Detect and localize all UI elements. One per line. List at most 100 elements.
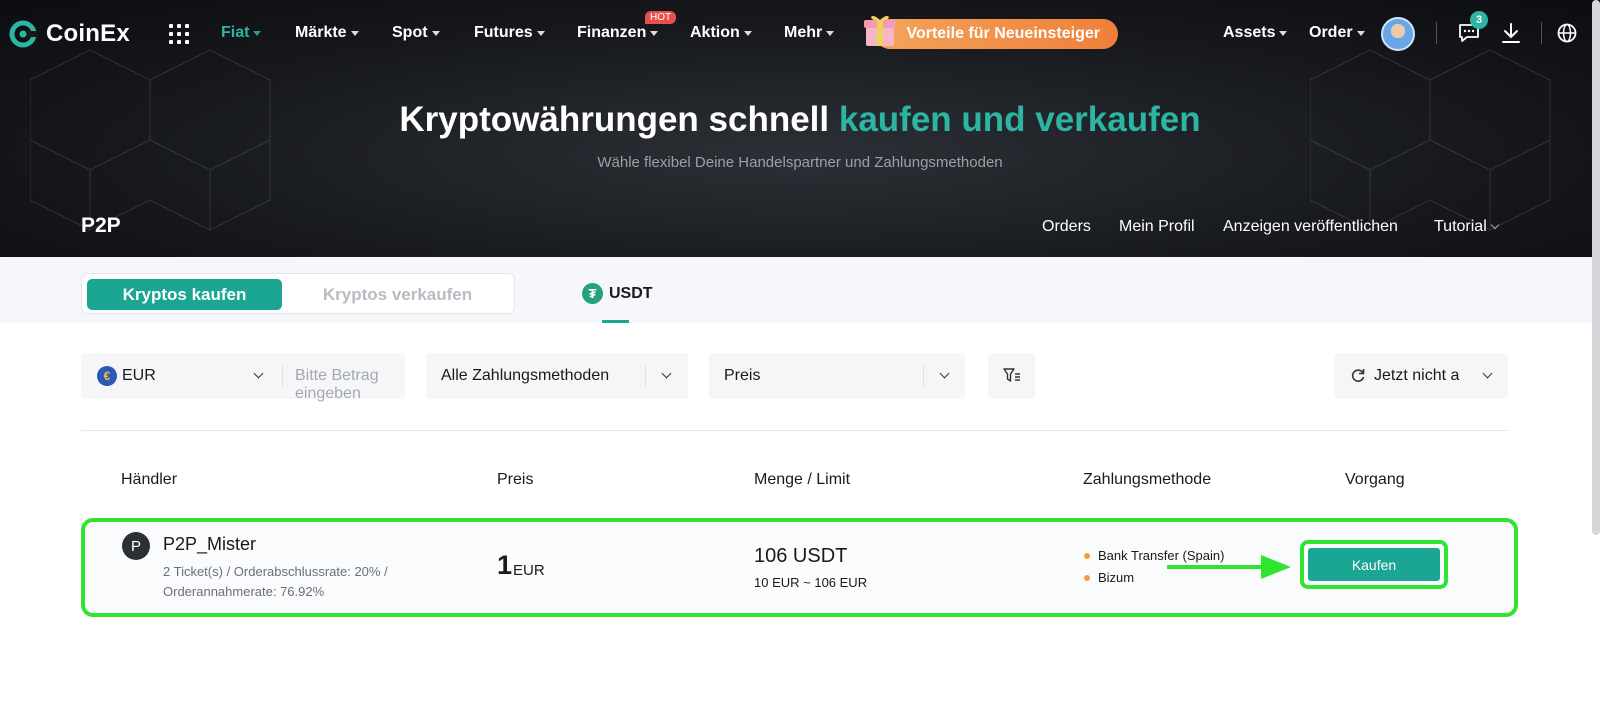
merchant-avatar: P xyxy=(122,532,150,560)
hero-title-plain: Kryptowährungen schnell xyxy=(399,100,839,139)
hero-banner: CoinEx Fiat Märkte Spot Futures Finanzen… xyxy=(0,0,1600,257)
nav-spot-label: Spot xyxy=(392,24,428,41)
amount-filter: € EUR Bitte Betrag eingeben xyxy=(81,353,405,402)
caret-down-icon xyxy=(650,30,659,36)
caret-down-icon xyxy=(743,30,752,36)
caret-down-icon xyxy=(826,30,835,36)
column-header-amount-limit: Menge / Limit xyxy=(754,471,851,488)
merchant-stats: 2 Ticket(s) / Orderabschlussrate: 20% / xyxy=(163,564,388,579)
chevron-down-icon xyxy=(939,368,950,379)
nav-markets[interactable]: Märkte xyxy=(295,24,359,42)
link-profile[interactable]: Mein Profil xyxy=(1119,218,1195,236)
link-tutorial[interactable]: Tutorial xyxy=(1434,218,1500,236)
chevron-down-icon[interactable] xyxy=(253,368,264,379)
price-value: 1 xyxy=(497,550,513,580)
currency-select[interactable]: EUR xyxy=(122,367,156,385)
caret-down-icon xyxy=(1279,30,1288,36)
sort-select[interactable]: Preis xyxy=(709,353,965,399)
link-orders[interactable]: Orders xyxy=(1042,218,1091,236)
nav-finance[interactable]: Finanzen xyxy=(577,24,659,42)
nav-spot[interactable]: Spot xyxy=(392,24,440,42)
coinex-logo[interactable]: CoinEx xyxy=(8,19,130,49)
caret-down-icon xyxy=(1356,30,1365,36)
nav-fiat[interactable]: Fiat xyxy=(221,24,262,42)
chevron-down-icon xyxy=(661,368,672,379)
coinex-logo-icon xyxy=(9,20,38,48)
tab-sell-crypto[interactable]: Kryptos verkaufen xyxy=(285,279,510,310)
caret-down-icon xyxy=(431,30,440,36)
link-publish-ads[interactable]: Anzeigen veröffentlichen xyxy=(1223,218,1398,236)
promo-button[interactable]: Vorteile für Neueinsteiger xyxy=(875,19,1118,49)
divider xyxy=(81,430,1508,431)
caret-down-icon xyxy=(536,30,545,36)
column-header-price: Preis xyxy=(497,471,534,488)
bullet-icon xyxy=(1084,552,1090,559)
nav-aktion-label: Aktion xyxy=(690,24,740,41)
bullet-icon xyxy=(1084,574,1090,581)
chevron-down-icon xyxy=(1482,368,1493,379)
available-quantity: 106 USDT xyxy=(754,545,848,567)
nav-order-label: Order xyxy=(1309,24,1353,41)
decorative-pattern xyxy=(30,49,271,231)
column-header-action: Vorgang xyxy=(1345,471,1405,488)
hero-subtitle: Wähle flexibel Deine Handelspartner und … xyxy=(597,154,1003,171)
refresh-label: Jetzt nicht a xyxy=(1374,367,1460,384)
buy-button[interactable]: Kaufen xyxy=(1308,548,1440,581)
nav-order[interactable]: Order xyxy=(1309,24,1365,42)
coin-tab-label: USDT xyxy=(609,284,653,302)
active-tab-indicator xyxy=(602,320,629,323)
decorative-pattern xyxy=(1310,49,1551,231)
column-header-payment: Zahlungsmethode xyxy=(1083,471,1212,488)
message-count-badge: 3 xyxy=(1470,11,1488,29)
nav-more-label: Mehr xyxy=(784,24,823,41)
coin-tab-usdt[interactable]: ₮ USDT xyxy=(582,283,653,304)
caret-down-icon xyxy=(350,30,359,36)
divider xyxy=(1541,22,1542,44)
nav-markets-label: Märkte xyxy=(295,24,347,41)
payment-method-item: Bizum xyxy=(1084,570,1134,585)
brand-name: CoinEx xyxy=(46,20,130,47)
nav-futures-label: Futures xyxy=(474,24,533,41)
hero-title: Kryptowährungen schnell kaufen und verka… xyxy=(0,100,1600,140)
tether-icon: ₮ xyxy=(582,283,603,304)
nav-futures[interactable]: Futures xyxy=(474,24,545,42)
caret-down-icon xyxy=(253,30,262,36)
refresh-icon xyxy=(1351,369,1365,382)
price-currency: EUR xyxy=(513,562,545,579)
filter-icon xyxy=(1002,368,1020,382)
p2p-title: P2P xyxy=(81,214,121,237)
user-avatar[interactable] xyxy=(1381,17,1415,51)
nav-more[interactable]: Mehr xyxy=(784,24,835,42)
hot-badge: HOT xyxy=(645,11,677,24)
divider xyxy=(923,365,924,387)
nav-finance-label: Finanzen xyxy=(577,24,647,41)
download-icon[interactable] xyxy=(1501,22,1521,44)
chevron-down-icon xyxy=(1490,220,1500,230)
apps-grid-icon[interactable] xyxy=(169,24,189,44)
divider xyxy=(282,365,283,387)
column-header-merchant: Händler xyxy=(121,471,178,488)
refresh-select[interactable]: Jetzt nicht a xyxy=(1334,353,1508,399)
order-limit: 10 EUR ~ 106 EUR xyxy=(754,575,868,590)
payment-method-label: Bizum xyxy=(1098,570,1135,585)
nav-assets-label: Assets xyxy=(1223,24,1276,41)
link-tutorial-label: Tutorial xyxy=(1434,218,1487,235)
gift-icon xyxy=(864,15,896,46)
sort-label: Preis xyxy=(724,367,761,384)
nav-fiat-label: Fiat xyxy=(221,24,250,41)
divider xyxy=(645,365,646,387)
nav-aktion[interactable]: Aktion xyxy=(690,24,752,42)
scrollbar[interactable] xyxy=(1592,0,1600,535)
advanced-filter-button[interactable] xyxy=(988,353,1035,399)
payment-method-label: Alle Zahlungsmethoden xyxy=(441,367,610,384)
euro-icon: € xyxy=(97,366,117,386)
amount-input[interactable]: Bitte Betrag eingeben xyxy=(295,367,405,403)
merchant-stats: Orderannahmerate: 76.92% xyxy=(163,584,325,599)
promo-label: Vorteile für Neueinsteiger xyxy=(906,25,1100,42)
payment-method-select[interactable]: Alle Zahlungsmethoden xyxy=(426,353,688,399)
nav-assets[interactable]: Assets xyxy=(1223,24,1288,42)
globe-icon[interactable] xyxy=(1556,22,1578,44)
tab-buy-crypto[interactable]: Kryptos kaufen xyxy=(87,279,282,310)
hero-title-accent: kaufen und verkaufen xyxy=(838,100,1201,139)
merchant-name[interactable]: P2P_Mister xyxy=(163,534,256,555)
